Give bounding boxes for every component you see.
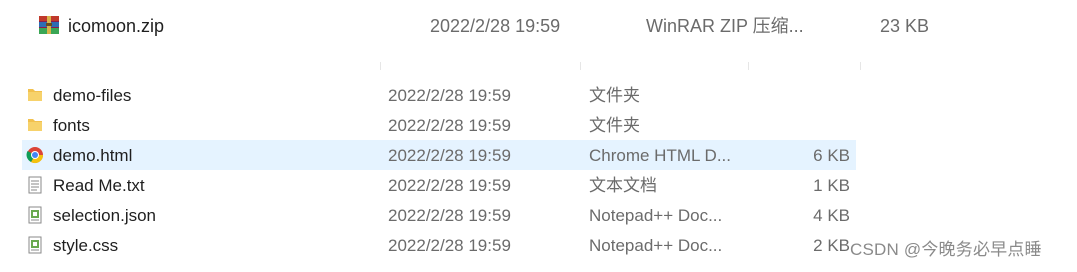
- file-name: style.css: [53, 236, 119, 255]
- file-date: 2022/2/28 19:59: [388, 86, 511, 105]
- file-type: Chrome HTML D...: [589, 146, 732, 165]
- file-date: 2022/2/28 19:59: [388, 146, 511, 165]
- notepadpp-file-icon: [26, 206, 44, 224]
- file-date: 2022/2/28 19:59: [388, 236, 511, 255]
- file-type: Notepad++ Doc...: [589, 206, 723, 225]
- folder-icon: [26, 86, 44, 104]
- file-row[interactable]: selection.json 2022/2/28 19:59 Notepad++ D…: [22, 200, 856, 230]
- file-size: 23 KB: [880, 16, 930, 36]
- file-type: WinRAR ZIP 压缩...: [646, 16, 804, 36]
- file-name: demo-files: [53, 86, 132, 105]
- file-row[interactable]: Read Me.txt 2022/2/28 19:59 文本文档 1 KB: [22, 170, 856, 200]
- file-row[interactable]: demo-files 2022/2/28 19:59 文件夹: [22, 80, 856, 110]
- file-date: 2022/2/28 19:59: [388, 176, 511, 195]
- column-separator[interactable]: [860, 62, 861, 70]
- file-size: 6 KB: [813, 146, 850, 165]
- file-type: 文件夹: [589, 86, 640, 105]
- file-row[interactable]: fonts 2022/2/28 19:59 文件夹: [22, 110, 856, 140]
- file-row-icomoon-zip[interactable]: icomoon.zip 2022/2/28 19:59 WinRAR ZIP 压…: [0, 8, 1077, 42]
- file-name: icomoon.zip: [68, 16, 165, 36]
- file-name: demo.html: [53, 146, 133, 165]
- file-size: 2 KB: [813, 236, 850, 255]
- file-size: 1 KB: [813, 176, 850, 195]
- file-date: 2022/2/28 19:59: [388, 206, 511, 225]
- file-type: Notepad++ Doc...: [589, 236, 723, 255]
- file-type: 文本文档: [589, 176, 657, 195]
- csdn-watermark: CSDN @今晚务必早点睡: [850, 240, 1042, 259]
- file-type: 文件夹: [589, 116, 640, 135]
- winrar-archive-icon: [38, 14, 60, 36]
- file-date: 2022/2/28 19:59: [388, 116, 511, 135]
- file-date: 2022/2/28 19:59: [430, 16, 561, 36]
- chrome-icon: [26, 146, 44, 164]
- column-separator[interactable]: [748, 62, 749, 70]
- folder-icon: [26, 116, 44, 134]
- file-name: fonts: [53, 116, 90, 135]
- text-file-icon: [26, 176, 44, 194]
- file-size: 4 KB: [813, 206, 850, 225]
- file-name: selection.json: [53, 206, 157, 225]
- notepadpp-file-icon: [26, 236, 44, 254]
- column-separator[interactable]: [380, 62, 381, 70]
- file-row[interactable]: style.css 2022/2/28 19:59 Notepad++ Doc...…: [22, 230, 856, 260]
- file-row[interactable]: demo.html 2022/2/28 19:59 Chrome HTML D...…: [22, 140, 856, 170]
- column-separator[interactable]: [580, 62, 581, 70]
- file-name: Read Me.txt: [53, 176, 145, 195]
